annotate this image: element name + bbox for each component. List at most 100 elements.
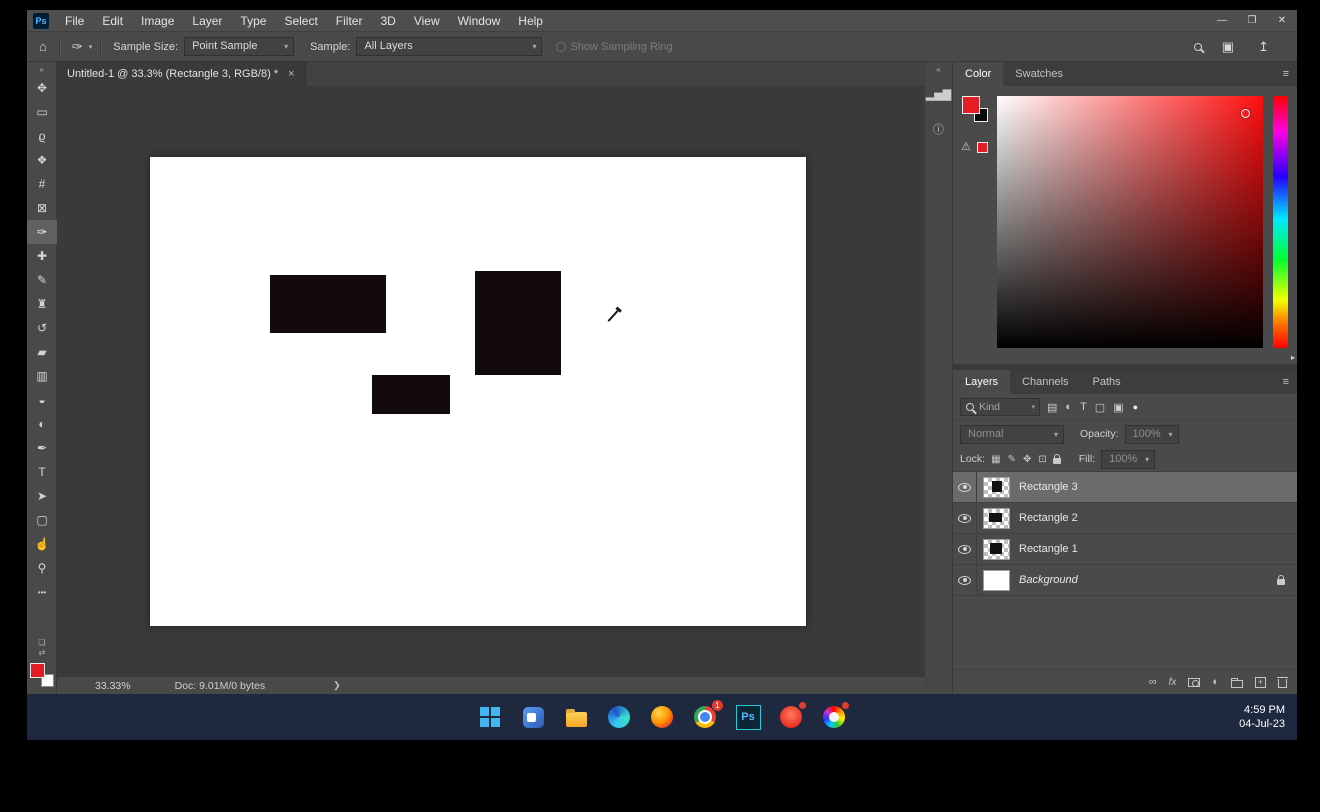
filter-adjustment-layers-icon[interactable]: ◐ [1065,401,1072,413]
opacity-select[interactable]: 100% [1125,425,1179,444]
taskbar-teams-icon[interactable] [519,703,547,731]
default-colors-icon[interactable]: ❏ [27,638,57,648]
color-picker-marker[interactable] [1241,109,1250,118]
gradient-tool[interactable]: ▥ [27,364,57,388]
taskbar-clock[interactable]: 4:59 PM 04-Jul-23 [1239,703,1285,731]
blend-mode-select[interactable]: Normal [960,425,1064,444]
path-selection-tool[interactable]: ➤ [27,484,57,508]
filter-toggle[interactable]: ● [1133,402,1138,412]
search-icon[interactable] [1194,43,1202,51]
zoom-level[interactable]: 33.33% [95,680,131,692]
tab-layers[interactable]: Layers [953,370,1010,394]
filter-shape-layers-icon[interactable]: ▢ [1095,401,1105,414]
menu-layer[interactable]: Layer [183,10,231,32]
spot-healing-brush-tool[interactable]: ✚ [27,244,57,268]
eraser-tool[interactable]: ▰ [27,340,57,364]
visibility-toggle[interactable] [953,534,977,564]
hue-slider[interactable] [1273,96,1288,348]
menu-view[interactable]: View [405,10,449,32]
canvas-area[interactable] [57,86,925,676]
taskbar-chrome-icon[interactable]: 1 [691,703,719,731]
taskbar-photoshop-icon[interactable]: Ps [734,703,762,731]
blur-tool[interactable]: ◒ [27,388,57,412]
menu-help[interactable]: Help [509,10,552,32]
minimize-button[interactable]: — [1207,10,1237,32]
panel-menu-icon[interactable]: ≡ [1283,62,1297,86]
brush-tool[interactable]: ✎ [27,268,57,292]
layer-filter-select[interactable]: Kind [960,398,1040,416]
frame-tool[interactable]: ⊠ [27,196,57,220]
taskbar-start-button[interactable] [476,703,504,731]
taskbar-edge-icon[interactable] [605,703,633,731]
document-tab[interactable]: Untitled-1 @ 33.3% (Rectangle 3, RGB/8) … [57,62,306,86]
visibility-toggle[interactable] [953,503,977,533]
gamut-warning-icon[interactable]: ⚠ [961,140,971,153]
status-menu-icon[interactable]: ❯ [333,680,341,691]
add-layer-mask-icon[interactable] [1188,678,1200,687]
taskbar-opera-icon[interactable] [777,703,805,731]
close-button[interactable]: ✕ [1267,10,1297,32]
delete-layer-icon[interactable] [1278,679,1287,688]
share-icon[interactable]: ↥ [1258,39,1269,55]
lock-artboard-icon[interactable]: ⊡ [1038,454,1046,465]
layer-row-background[interactable]: Background [953,565,1297,596]
layer-row-rectangle-3[interactable]: Rectangle 3 [953,472,1297,503]
rectangular-marquee-tool[interactable]: ▭ [27,100,57,124]
foreground-color-swatch[interactable] [962,96,980,114]
histogram-panel-icon[interactable]: ▂▅▇ [926,88,951,101]
crop-tool[interactable]: # [27,172,57,196]
lasso-tool[interactable]: ϱ [27,124,57,148]
sample-select[interactable]: All Layers [356,37,542,56]
layer-thumbnail[interactable] [983,508,1010,529]
fill-select[interactable]: 100% [1101,450,1155,469]
filter-pixel-layers-icon[interactable]: ▤ [1047,401,1057,414]
restore-button[interactable]: ❐ [1237,10,1267,32]
layer-row-rectangle-2[interactable]: Rectangle 2 [953,503,1297,534]
move-tool[interactable]: ✥ [27,76,57,100]
filter-type-layers-icon[interactable]: T [1080,401,1087,413]
panel-menu-icon[interactable]: ≡ [1283,370,1297,394]
menu-type[interactable]: Type [231,10,275,32]
menu-filter[interactable]: Filter [327,10,372,32]
taskbar-color-wheel-icon[interactable] [820,703,848,731]
filter-smart-objects-icon[interactable]: ▣ [1113,401,1123,414]
shape-tool[interactable]: ▢ [27,508,57,532]
tab-swatches[interactable]: Swatches [1003,62,1075,86]
menu-select[interactable]: Select [275,10,326,32]
zoom-tool[interactable]: ⚲ [27,556,57,580]
lock-transparency-icon[interactable]: ▦ [991,454,1000,465]
workspace-icon[interactable]: ▣ [1222,39,1234,55]
swap-colors-icon[interactable]: ⇄ [27,648,57,658]
dodge-tool[interactable]: ◐ [27,412,57,436]
lock-all-icon[interactable] [1053,458,1061,464]
hand-tool[interactable]: ☝ [27,532,57,556]
foreground-color-swatch[interactable] [30,663,45,678]
expand-toolbar-icon[interactable]: » [27,62,56,76]
lock-pixels-icon[interactable]: ✎ [1008,454,1016,465]
layer-effects-icon[interactable]: fx [1169,677,1177,688]
tab-paths[interactable]: Paths [1081,370,1133,394]
home-icon[interactable]: ⌂ [39,39,47,54]
tab-channels[interactable]: Channels [1010,370,1080,394]
gamut-color-chip[interactable] [977,142,988,153]
pen-tool[interactable]: ✒ [27,436,57,460]
type-tool[interactable]: T [27,460,57,484]
menu-edit[interactable]: Edit [93,10,132,32]
edit-toolbar[interactable]: ••• [27,580,57,604]
tab-color[interactable]: Color [953,62,1003,86]
visibility-toggle[interactable] [953,565,977,595]
collapse-panels-icon[interactable]: « [936,65,940,74]
taskbar-file-explorer-icon[interactable] [562,703,590,731]
info-panel-icon[interactable]: ⓘ [933,121,944,137]
history-brush-tool[interactable]: ↺ [27,316,57,340]
sample-size-select[interactable]: Point Sample [184,37,294,56]
adjustment-layer-icon[interactable]: ◐ [1212,677,1219,688]
lock-position-icon[interactable]: ✥ [1023,454,1031,465]
menu-file[interactable]: File [56,10,93,32]
new-layer-icon[interactable] [1255,677,1266,688]
layer-thumbnail[interactable] [983,477,1010,498]
sampling-ring-checkbox[interactable] [556,42,566,52]
taskbar-firefox-icon[interactable] [648,703,676,731]
menu-window[interactable]: Window [449,10,510,32]
menu-image[interactable]: Image [132,10,183,32]
